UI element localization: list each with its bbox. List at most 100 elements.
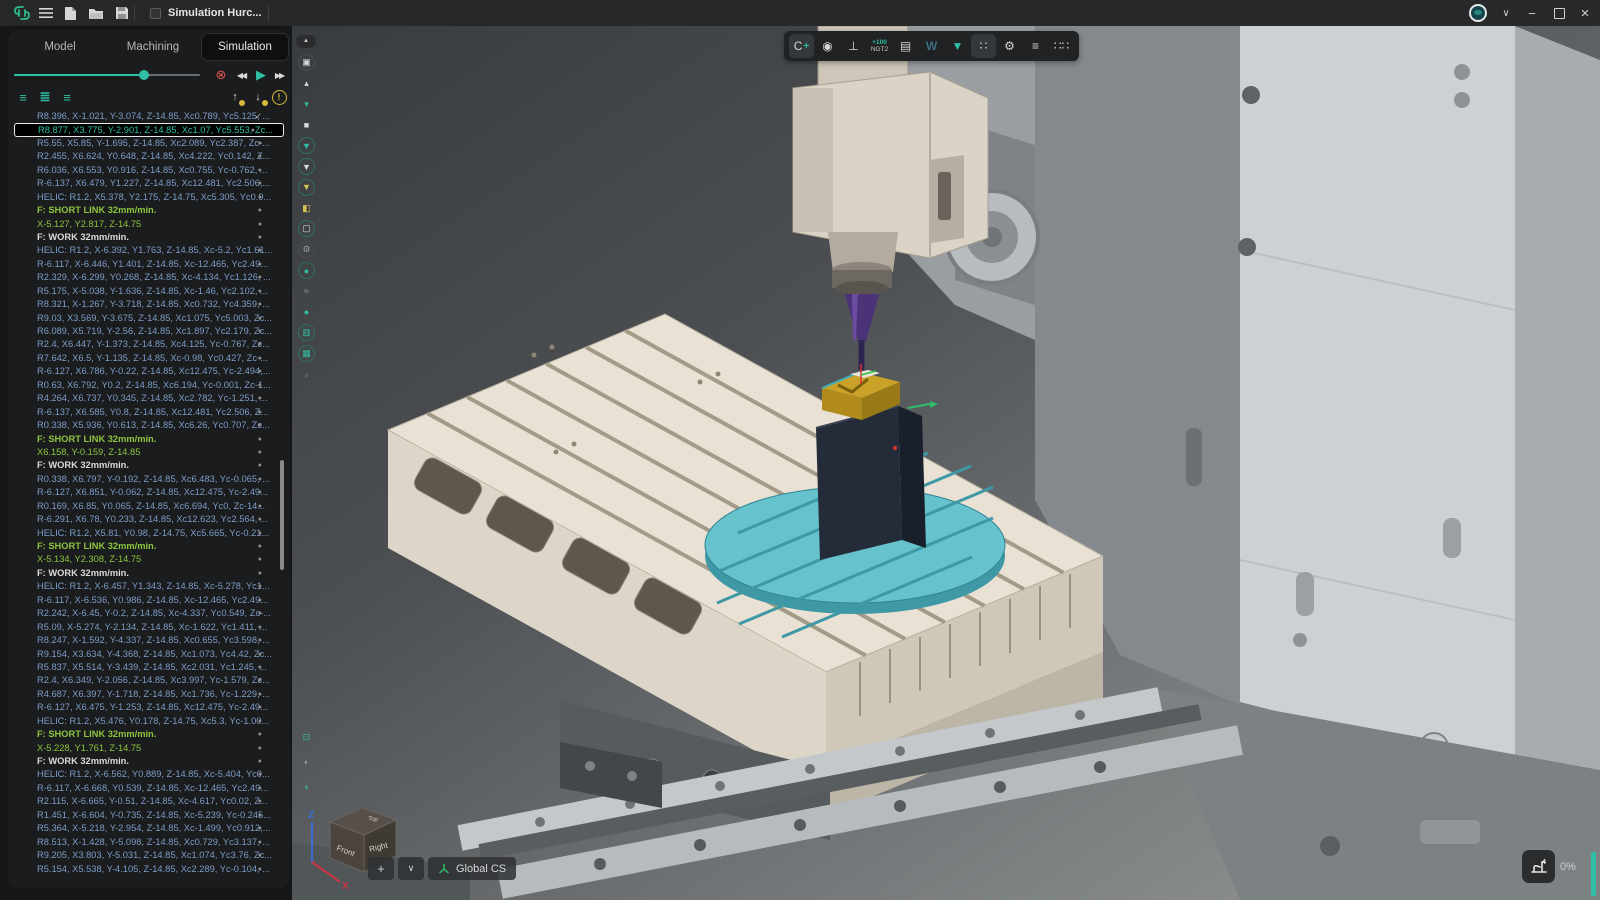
view-cube[interactable]: Z X Top Front Right <box>296 790 416 895</box>
tool-tip-icon[interactable]: ▼ <box>298 179 315 196</box>
gcode-row[interactable]: R2.4, X6.349, Y-2.056, Z-14.85, Xc3.997,… <box>8 674 290 687</box>
gcode-row[interactable]: HELIC: R1.2, X-6.562, Y0.889, Z-14.85, X… <box>8 768 290 781</box>
gcode-row[interactable]: F: SHORT LINK 32mm/min.● <box>8 204 290 217</box>
gcode-row[interactable]: R5.09, X-5.274, Y-2.134, Z-14.85, Xc-1.6… <box>8 621 290 634</box>
global-cs-button[interactable]: Global CS <box>428 857 516 880</box>
gcode-row[interactable]: HELIC: R1.2, X5.378, Y2.175, Z-14.75, Xc… <box>8 191 290 204</box>
calculator-icon[interactable]: ▤ <box>893 34 918 58</box>
collision-check-icon[interactable]: W <box>919 34 944 58</box>
gcode-row[interactable]: HELIC: R1.2, X-6.392, Y1.763, Z-14.85, X… <box>8 244 290 257</box>
gcode-row[interactable]: R9.205, X3.803, Y-5.031, Z-14.85, Xc1.07… <box>8 849 290 862</box>
gcode-row[interactable]: R-6.117, X-6.668, Y0.539, Z-14.85, Xc-12… <box>8 782 290 795</box>
gcode-row[interactable]: X-5.134, Y2.308, Z-14.75● <box>8 553 290 566</box>
gcode-row[interactable]: F: WORK 32mm/min.● <box>8 755 290 768</box>
fixture-icon[interactable]: ◧ <box>298 200 315 217</box>
tool-display-icon[interactable]: ▼ <box>945 34 970 58</box>
menu-icon[interactable] <box>36 3 56 23</box>
toolholder-icon[interactable]: ▾ <box>298 96 315 113</box>
cs-chevron-button[interactable]: ∨ <box>398 857 424 880</box>
fast-forward-button[interactable]: ▶▶ <box>270 66 288 84</box>
restore-button[interactable] <box>1546 0 1572 26</box>
probe-icon[interactable]: ◉ <box>815 34 840 58</box>
simulation-progress-slider[interactable] <box>14 74 200 76</box>
gcode-row[interactable]: R0.63, X6.792, Y0.2, Z-14.85, Xc6.194, Y… <box>8 379 290 392</box>
c-axis-add-icon[interactable]: C+ <box>789 34 814 58</box>
nodes-compare-icon[interactable]: ∷ <box>971 34 996 58</box>
gcode-row[interactable]: R6.036, X6.553, Y0.916, Z-14.85, Xc0.755… <box>8 164 290 177</box>
gcode-row[interactable]: R-6.117, X-6.536, Y0.986, Z-14.85, Xc-12… <box>8 594 290 607</box>
point-icon[interactable]: ● <box>298 262 315 279</box>
strip-scroll-up-icon[interactable]: ▲ <box>296 35 316 48</box>
open-folder-icon[interactable] <box>86 3 106 23</box>
compact-list-icon[interactable]: ≡ <box>58 88 76 106</box>
spindle-icon[interactable]: ▼ <box>298 158 315 175</box>
section-view-icon[interactable]: ◗ <box>298 778 315 795</box>
warnings-icon[interactable]: ! <box>270 88 288 106</box>
gcode-row[interactable]: R2.242, X-6.45, Y-0.2, Z-14.85, Xc-4.337… <box>8 607 290 620</box>
jump-down-icon[interactable]: ↓ <box>249 88 267 106</box>
minimize-button[interactable]: − <box>1519 0 1545 26</box>
gcode-row[interactable]: R2.329, X-6.299, Y0.268, Z-14.85, Xc-4.1… <box>8 271 290 284</box>
workpiece-solid-icon[interactable]: ● <box>298 304 315 321</box>
gcode-row[interactable]: R-6.137, X6.479, Y1.227, Z-14.85, Xc12.4… <box>8 177 290 190</box>
gcode-row[interactable]: R-6.291, X6.78, Y0.233, Z-14.85, Xc12.62… <box>8 513 290 526</box>
head-visibility-icon[interactable]: ▴ <box>298 75 315 92</box>
rewind-button[interactable]: ◀◀ <box>232 66 250 84</box>
gcode-row[interactable]: R8.877, X3.775, Y-2.901, Z-14.85, Xc1.07… <box>14 123 284 136</box>
gcode-row[interactable]: R2.115, X-6.665, Y-0.51, Z-14.85, Xc-4.6… <box>8 795 290 808</box>
gear-settings-icon[interactable]: ⚙ <box>997 34 1022 58</box>
machine-axes-button[interactable]: 4 <box>1522 850 1555 883</box>
play-button[interactable]: ▶ <box>252 66 270 84</box>
gcode-row[interactable]: R-6.127, X6.851, Y-0.062, Z-14.85, Xc12.… <box>8 486 290 499</box>
gcode-row[interactable]: R5.837, X5.514, Y-3.439, Z-14.85, Xc2.03… <box>8 661 290 674</box>
fit-view-icon[interactable]: ⊡ <box>298 729 315 746</box>
tab-simulation[interactable]: Simulation <box>202 34 288 60</box>
gcode-row[interactable]: HELIC: R1.2, X5.81, Y0.98, Z-14.75, Xc5.… <box>8 527 290 540</box>
gcode-row[interactable]: F: SHORT LINK 32mm/min.● <box>8 728 290 741</box>
document-tab[interactable]: Simulation Hurc... <box>140 0 272 26</box>
gcode-row[interactable]: R9.03, X3.569, Y-3.675, Z-14.85, Xc1.075… <box>8 312 290 325</box>
gcode-row[interactable]: R5.154, X5.538, Y-4.105, Z-14.85, Xc2.28… <box>8 863 290 876</box>
gcode-row[interactable]: R0.338, X5.936, Y0.613, Z-14.85, Xc6.26,… <box>8 419 290 432</box>
misc-visibility-icon[interactable]: ▫ <box>298 366 315 383</box>
shaded-view-icon[interactable]: ◐ <box>298 754 315 771</box>
gcode-row[interactable]: X6.158, Y-0.159, Z-14.85● <box>8 446 290 459</box>
gcode-row[interactable]: X-5.127, Y2.817, Z-14.75● <box>8 218 290 231</box>
gcode-row[interactable]: R8.247, X-1.592, Y-4.337, Z-14.85, Xc0.6… <box>8 634 290 647</box>
gcode-row[interactable]: R9.154, X3.634, Y-4.368, Z-14.85, Xc1.07… <box>8 648 290 661</box>
gcode-row[interactable]: R2.455, X6.624, Y0.648, Z-14.85, Xc4.222… <box>8 150 290 163</box>
gcode-row[interactable]: R0.338, X6.797, Y-0.192, Z-14.85, Xc6.48… <box>8 473 290 486</box>
gcode-row[interactable]: R4.264, X6.737, Y0.345, Z-14.85, Xc2.782… <box>8 392 290 405</box>
stop-button[interactable]: ⊗ <box>212 66 230 84</box>
gcode-row[interactable]: R8.321, X-1.267, Y-3.718, Z-14.85, Xc0.7… <box>8 298 290 311</box>
gcode-row[interactable]: R4.687, X6.397, Y-1.718, Z-14.85, Xc1.73… <box>8 688 290 701</box>
close-button[interactable]: × <box>1572 0 1598 26</box>
gcode-row[interactable]: R2.4, X6.447, Y-1.373, Z-14.85, Xc4.125,… <box>8 338 290 351</box>
gcode-row[interactable]: HELIC: R1.2, X5.476, Y0.178, Z-14.75, Xc… <box>8 715 290 728</box>
user-avatar[interactable] <box>1469 4 1487 22</box>
app-logo-icon[interactable] <box>12 3 32 23</box>
chevron-down-icon[interactable]: ∨ <box>1493 0 1519 26</box>
curve-icon[interactable]: ≈ <box>298 283 315 300</box>
gcode-row[interactable]: R0.169, X6.85, Y0.065, Z-14.85, Xc6.694,… <box>8 500 290 513</box>
slider-handle[interactable] <box>139 70 149 80</box>
gcode-row[interactable]: R5.55, X5.85, Y-1.695, Z-14.85, Xc2.089,… <box>8 137 290 150</box>
gcode-row[interactable]: R-6.137, X6.585, Y0.8, Z-14.85, Xc12.481… <box>8 406 290 419</box>
machine-visibility-icon[interactable]: ▣ <box>298 54 315 71</box>
gcode-row[interactable]: R5.175, X-5.038, Y-1.636, Z-14.85, Xc-1.… <box>8 285 290 298</box>
gcode-row[interactable]: R5.364, X-5.218, Y-2.954, Z-14.85, Xc-1.… <box>8 822 290 835</box>
tab-model[interactable]: Model <box>16 34 104 60</box>
jump-up-icon[interactable]: ↑ <box>226 88 244 106</box>
tab-machining[interactable]: Machining <box>108 34 198 60</box>
gcode-row[interactable]: R-6.117, X-6.446, Y1.401, Z-14.85, Xc-12… <box>8 258 290 271</box>
save-icon[interactable] <box>112 3 132 23</box>
gcode-row[interactable]: HELIC: R1.2, X-6.457, Y1.343, Z-14.85, X… <box>8 580 290 593</box>
gcode-row[interactable]: F: WORK 32mm/min.● <box>8 567 290 580</box>
run-list-icon[interactable]: ≣ <box>36 88 54 106</box>
gcode-row[interactable]: F: WORK 32mm/min.● <box>8 459 290 472</box>
gcode-row[interactable]: R6.089, X5.719, Y-2.56, Z-14.85, Xc1.897… <box>8 325 290 338</box>
gcode-row[interactable]: R-6.127, X6.475, Y-1.253, Z-14.85, Xc12.… <box>8 701 290 714</box>
sliders-icon[interactable]: ≡ <box>1023 34 1048 58</box>
apps-grid-icon[interactable]: ∷∷ <box>1049 34 1074 58</box>
toolpath-list-icon[interactable]: ≡ <box>14 88 32 106</box>
